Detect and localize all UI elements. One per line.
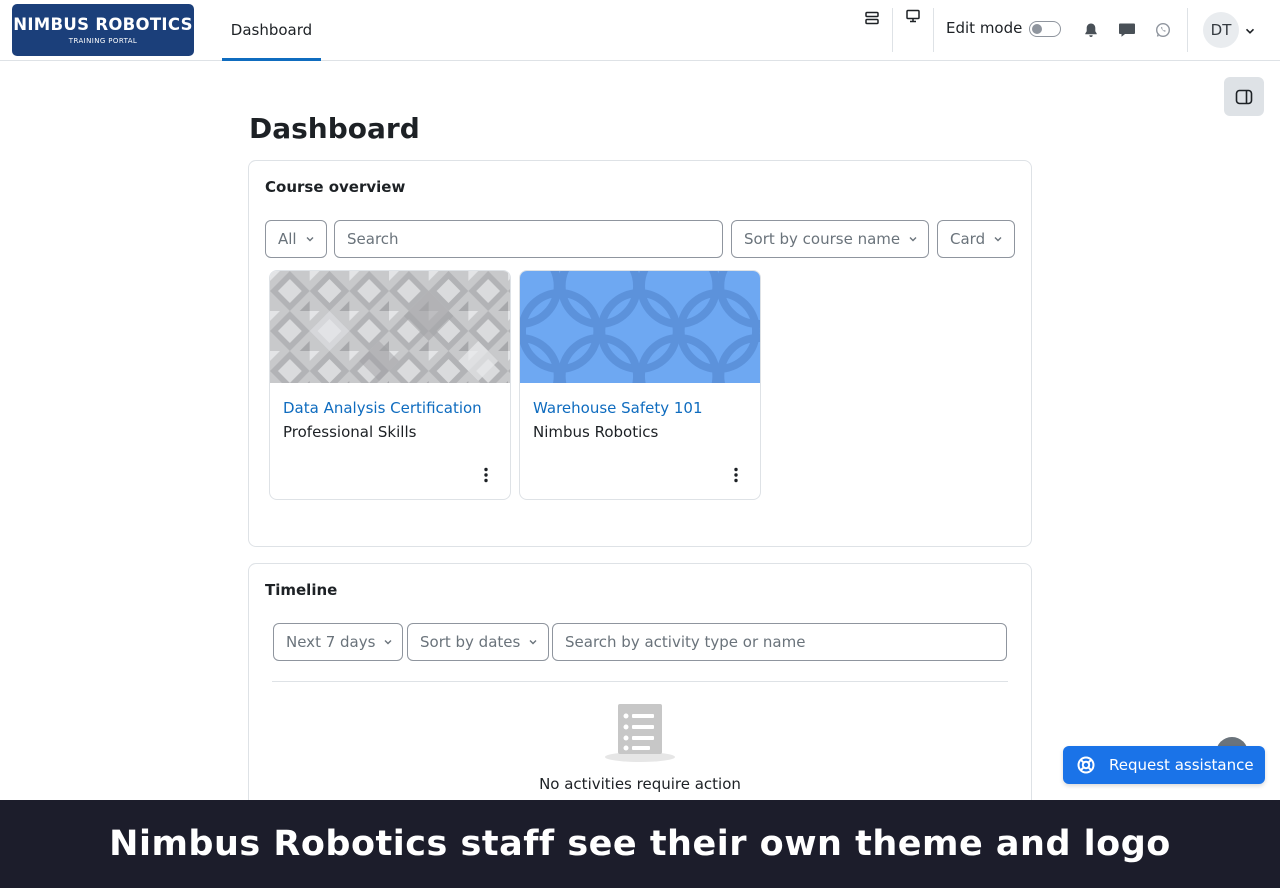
user-avatar[interactable]: DT: [1203, 12, 1239, 48]
timeline-search-input[interactable]: Search by activity type or name: [552, 623, 1007, 661]
timeline-range-value: Next 7 days: [286, 633, 376, 651]
lifebuoy-icon: [1077, 756, 1095, 774]
block-title-course-overview: Course overview: [265, 178, 406, 196]
view-value: Card: [950, 230, 986, 248]
timeline-range-dropdown[interactable]: Next 7 days: [273, 623, 403, 661]
course-search-input[interactable]: Search: [334, 220, 723, 258]
monitor-icon[interactable]: [901, 4, 925, 28]
timeline-search-placeholder: Search by activity type or name: [565, 633, 806, 651]
course-image[interactable]: [520, 271, 760, 383]
course-name-link[interactable]: Data Analysis Certification: [283, 399, 482, 417]
caption-banner: Nimbus Robotics staff see their own them…: [0, 800, 1280, 888]
chevron-down-icon[interactable]: [1244, 24, 1256, 36]
course-image[interactable]: [270, 271, 510, 383]
course-overview-block: Course overview All Search Sort by cours…: [248, 160, 1032, 547]
top-navbar: NIMBUS ROBOTICS TRAINING PORTAL Dashboar…: [0, 0, 1280, 61]
course-search-placeholder: Search: [347, 230, 399, 248]
sort-dropdown[interactable]: Sort by course name: [731, 220, 929, 258]
course-category: Nimbus Robotics: [533, 423, 659, 441]
sort-value: Sort by course name: [744, 230, 901, 248]
nav-divider: [1187, 8, 1188, 52]
course-category: Professional Skills: [283, 423, 417, 441]
caption-text: Nimbus Robotics staff see their own them…: [109, 824, 1171, 864]
course-card[interactable]: Warehouse Safety 101 Nimbus Robotics: [519, 270, 761, 500]
chevron-down-icon: [528, 637, 538, 647]
logo-subtitle: TRAINING PORTAL: [68, 37, 138, 45]
messages-icon[interactable]: [1115, 18, 1139, 42]
whatsapp-icon[interactable]: [1151, 18, 1175, 42]
course-actions-menu-icon[interactable]: [726, 463, 746, 487]
view-dropdown[interactable]: Card: [937, 220, 1015, 258]
edit-mode-label: Edit mode: [946, 19, 1023, 37]
page-title: Dashboard: [249, 112, 420, 145]
chevron-down-icon: [305, 234, 315, 244]
logo-title: NIMBUS ROBOTICS: [13, 15, 193, 34]
block-title-timeline: Timeline: [265, 581, 338, 599]
grouping-value: All: [278, 230, 297, 248]
timeline-block: Timeline Next 7 days Sort by dates Searc…: [248, 563, 1032, 823]
timeline-sort-value: Sort by dates: [420, 633, 521, 651]
sidebar-panel-icon: [1235, 89, 1253, 104]
course-name-link[interactable]: Warehouse Safety 101: [533, 399, 703, 417]
grouping-dropdown[interactable]: All: [265, 220, 327, 258]
chevron-down-icon: [383, 637, 393, 647]
nav-divider: [892, 8, 893, 52]
tab-dashboard[interactable]: Dashboard: [222, 0, 321, 61]
site-logo[interactable]: NIMBUS ROBOTICS TRAINING PORTAL: [12, 4, 194, 56]
block-drawer-toggle[interactable]: [1224, 77, 1264, 116]
timeline-sort-dropdown[interactable]: Sort by dates: [407, 623, 549, 661]
request-assistance-button[interactable]: Request assistance: [1063, 746, 1265, 784]
empty-activities-text: No activities require action: [539, 775, 741, 793]
timeline-divider: [272, 681, 1008, 682]
request-assistance-label: Request assistance: [1109, 756, 1254, 774]
course-index-icon[interactable]: [860, 6, 884, 30]
nav-divider: [933, 8, 934, 52]
toggle-knob: [1032, 24, 1042, 34]
chevron-down-icon: [993, 234, 1003, 244]
edit-mode-toggle[interactable]: [1029, 21, 1061, 37]
empty-activities-icon: [605, 704, 675, 762]
chevron-down-icon: [908, 234, 918, 244]
course-actions-menu-icon[interactable]: [476, 463, 496, 487]
bell-icon[interactable]: [1079, 18, 1103, 42]
course-card[interactable]: Data Analysis Certification Professional…: [269, 270, 511, 500]
